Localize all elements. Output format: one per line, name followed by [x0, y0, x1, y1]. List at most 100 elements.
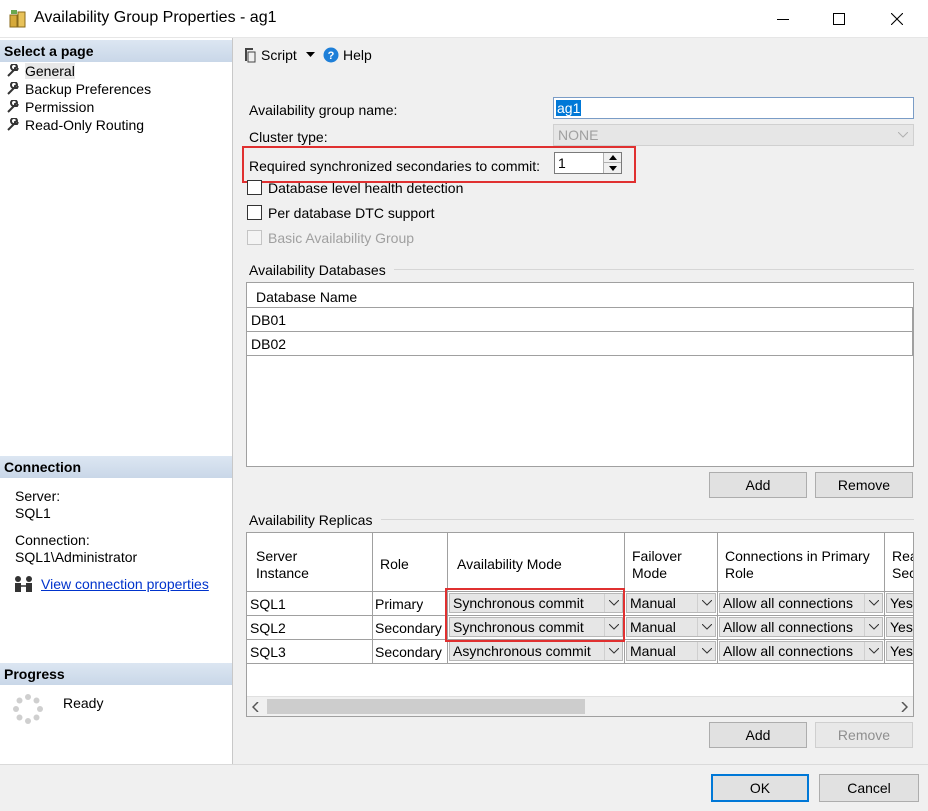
- replica-role: Secondary: [375, 620, 442, 636]
- role-header: Role: [380, 556, 409, 572]
- page-item-label: Read-Only Routing: [25, 117, 145, 133]
- replicas-remove-button[interactable]: Remove: [815, 722, 913, 748]
- ok-button[interactable]: OK: [711, 774, 809, 802]
- view-connection-properties-link[interactable]: View connection properties: [41, 576, 209, 592]
- replicas-group-label: Availability Replicas: [249, 512, 373, 528]
- database-row[interactable]: DB02: [251, 336, 286, 352]
- chevron-down-icon: [305, 52, 315, 57]
- horizontal-scrollbar[interactable]: [247, 696, 913, 716]
- page-item-backup-preferences[interactable]: Backup Preferences: [6, 80, 151, 98]
- ag-name-label: Availability group name:: [249, 102, 398, 118]
- db-health-checkbox[interactable]: [247, 180, 262, 195]
- header-line: Failover: [632, 548, 682, 564]
- failover-mode-value: Manual: [630, 619, 676, 635]
- connection-header: Connection: [0, 456, 232, 478]
- db-health-label: Database level health detection: [268, 180, 464, 196]
- dtc-label: Per database DTC support: [268, 205, 435, 221]
- connection-label: Connection:: [15, 532, 90, 548]
- replica-server: SQL2: [250, 620, 286, 636]
- chevron-down-icon: [898, 132, 908, 138]
- stepper-up-button[interactable]: [603, 153, 621, 163]
- page-item-label: General: [25, 63, 75, 79]
- replica-server: SQL1: [250, 596, 286, 612]
- connections-primary-value: Allow all connections: [723, 619, 853, 635]
- ag-name-value: ag1: [556, 100, 582, 116]
- page-item-general[interactable]: General: [6, 62, 75, 80]
- general-page: Availability group name: ag1 Cluster typ…: [234, 74, 928, 764]
- minimize-button[interactable]: [758, 0, 808, 38]
- replicas-add-button[interactable]: Add: [709, 722, 807, 748]
- failover-mode-select[interactable]: Manual: [626, 641, 716, 661]
- database-row[interactable]: DB01: [251, 312, 286, 328]
- databases-remove-button[interactable]: Remove: [815, 472, 913, 498]
- failover-mode-value: Manual: [630, 595, 676, 611]
- chevron-down-icon: [697, 618, 715, 636]
- chevron-down-icon: [864, 618, 882, 636]
- header-line: Sec: [892, 565, 914, 581]
- cluster-type-select[interactable]: NONE: [553, 124, 914, 146]
- failover-mode-select[interactable]: Manual: [626, 593, 716, 613]
- title-bar: Availability Group Properties - ag1: [0, 0, 928, 38]
- connections-primary-select[interactable]: Allow all connections: [719, 617, 883, 637]
- triangle-down-icon: [608, 165, 617, 171]
- databases-add-button[interactable]: Add: [709, 472, 807, 498]
- progress-spinner-icon: [12, 693, 44, 728]
- scrollbar-thumb[interactable]: [267, 699, 585, 714]
- left-panel: Select a page General Backup Preferences…: [0, 38, 233, 764]
- server-label: Server:: [15, 488, 61, 504]
- availability-mode-select[interactable]: Asynchronous commit: [449, 641, 623, 661]
- page-item-permission[interactable]: Permission: [6, 98, 94, 116]
- cancel-button[interactable]: Cancel: [819, 774, 919, 802]
- page-item-read-only-routing[interactable]: Read-Only Routing: [6, 116, 144, 134]
- close-button[interactable]: [872, 0, 922, 38]
- help-icon: ?: [323, 47, 339, 63]
- header-line: Mode: [632, 565, 668, 581]
- chevron-down-icon: [697, 594, 715, 612]
- script-icon: [245, 48, 256, 63]
- databases-group-label: Availability Databases: [249, 262, 386, 278]
- readable-secondary-select[interactable]: Yes: [886, 641, 913, 661]
- progress-status: Ready: [63, 695, 104, 711]
- app-icon: [9, 9, 27, 29]
- page-item-label: Permission: [25, 99, 95, 115]
- failover-mode-select[interactable]: Manual: [626, 617, 716, 637]
- header-line: Role: [725, 565, 754, 581]
- script-button[interactable]: Script: [242, 47, 315, 63]
- help-button[interactable]: ? Help: [323, 47, 372, 63]
- header-line: Rea: [892, 548, 913, 564]
- basic-ag-checkbox[interactable]: [247, 230, 262, 245]
- stepper-down-button[interactable]: [603, 163, 621, 173]
- readable-secondary-select[interactable]: Yes: [886, 617, 913, 637]
- availability-mode-value: Asynchronous commit: [453, 643, 591, 659]
- scroll-right-icon: [901, 702, 908, 712]
- script-label: Script: [261, 47, 297, 63]
- replicas-group-line: [381, 519, 914, 520]
- replica-server: SQL3: [250, 644, 286, 660]
- help-label: Help: [343, 47, 372, 63]
- readable-secondary-value: Yes: [890, 619, 913, 635]
- dialog-footer: OK Cancel: [0, 764, 928, 811]
- window-title: Availability Group Properties - ag1: [34, 9, 277, 26]
- failover-mode-header: Failover Mode: [632, 548, 682, 582]
- connections-primary-select[interactable]: Allow all connections: [719, 641, 883, 661]
- dtc-checkbox[interactable]: [247, 205, 262, 220]
- cluster-type-label: Cluster type:: [249, 129, 328, 145]
- availability-mode-header: Availability Mode: [457, 556, 562, 572]
- wrench-icon: [7, 118, 19, 131]
- chevron-down-icon: [864, 642, 882, 660]
- toolbar: Script ? Help: [234, 38, 928, 74]
- readable-secondary-select[interactable]: Yes: [886, 593, 913, 613]
- select-page-header: Select a page: [0, 40, 232, 62]
- wrench-icon: [7, 100, 19, 113]
- database-name-header: Database Name: [256, 289, 358, 305]
- readable-secondary-header: Rea Sec: [892, 548, 914, 582]
- ag-name-input[interactable]: ag1: [553, 97, 914, 119]
- wrench-icon: [7, 82, 19, 95]
- required-sync-stepper[interactable]: 1: [554, 152, 622, 174]
- connection-properties-icon: [13, 575, 35, 596]
- maximize-button[interactable]: [814, 0, 864, 38]
- wrench-icon: [7, 64, 19, 77]
- header-line: Instance: [256, 565, 309, 581]
- connections-primary-select[interactable]: Allow all connections: [719, 593, 883, 613]
- connections-primary-value: Allow all connections: [723, 643, 853, 659]
